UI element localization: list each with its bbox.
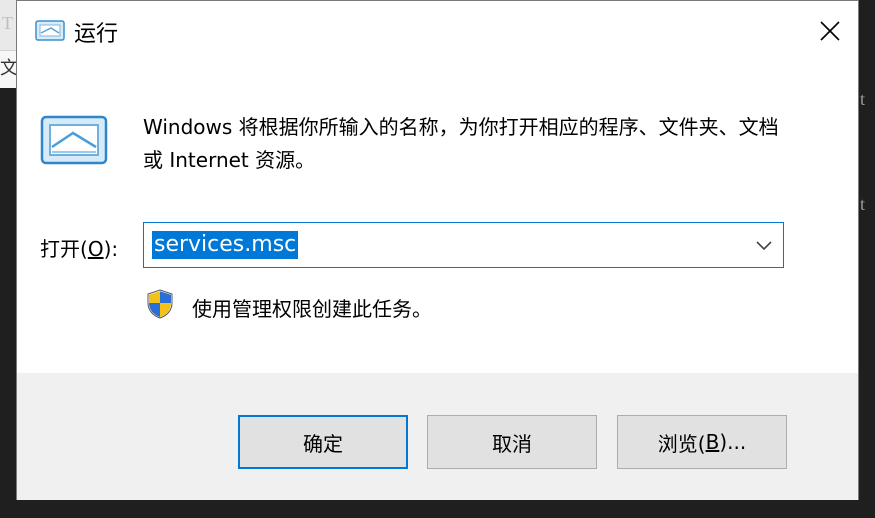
uac-shield-icon <box>147 289 173 319</box>
close-button[interactable] <box>810 11 850 51</box>
run-dialog: 运行 Windows 将根据你所输入的名称，为你打开相应的程序、文件夹、文档或 … <box>16 0 859 500</box>
open-label: 打开(O): <box>40 233 118 262</box>
open-combobox[interactable]: services.msc <box>143 222 784 268</box>
run-icon <box>35 20 65 41</box>
run-icon <box>40 115 108 165</box>
dialog-description: Windows 将根据你所输入的名称，为你打开相应的程序、文件夹、文档或 Int… <box>143 115 779 172</box>
dropdown-button[interactable] <box>751 233 777 259</box>
background-text: t <box>860 89 866 109</box>
dialog-title: 运行 <box>74 22 119 47</box>
background-text: T <box>2 13 13 33</box>
open-label-accelerator: O <box>87 237 104 261</box>
background-text: t <box>860 194 866 214</box>
admin-note: 使用管理权限创建此任务。 <box>192 297 432 321</box>
close-icon <box>820 21 840 41</box>
open-label-prefix: 打开( <box>40 237 88 261</box>
browse-label-suffix: )... <box>719 430 747 454</box>
browse-label-accelerator: B <box>705 430 720 454</box>
browse-button[interactable]: 浏览(B)... <box>617 415 787 469</box>
chevron-down-icon <box>756 241 772 251</box>
title-bar[interactable]: 运行 <box>17 1 858 63</box>
open-input[interactable]: services.msc <box>152 231 299 259</box>
background-window-strip: t t <box>858 0 875 518</box>
ok-button[interactable]: 确定 <box>238 415 408 469</box>
background-window-strip <box>0 500 875 518</box>
cancel-button[interactable]: 取消 <box>427 415 597 469</box>
browse-label-prefix: 浏览( <box>657 431 706 456</box>
open-label-suffix: ): <box>103 237 119 261</box>
button-bar: 确定 取消 浏览(B)... <box>17 373 858 500</box>
